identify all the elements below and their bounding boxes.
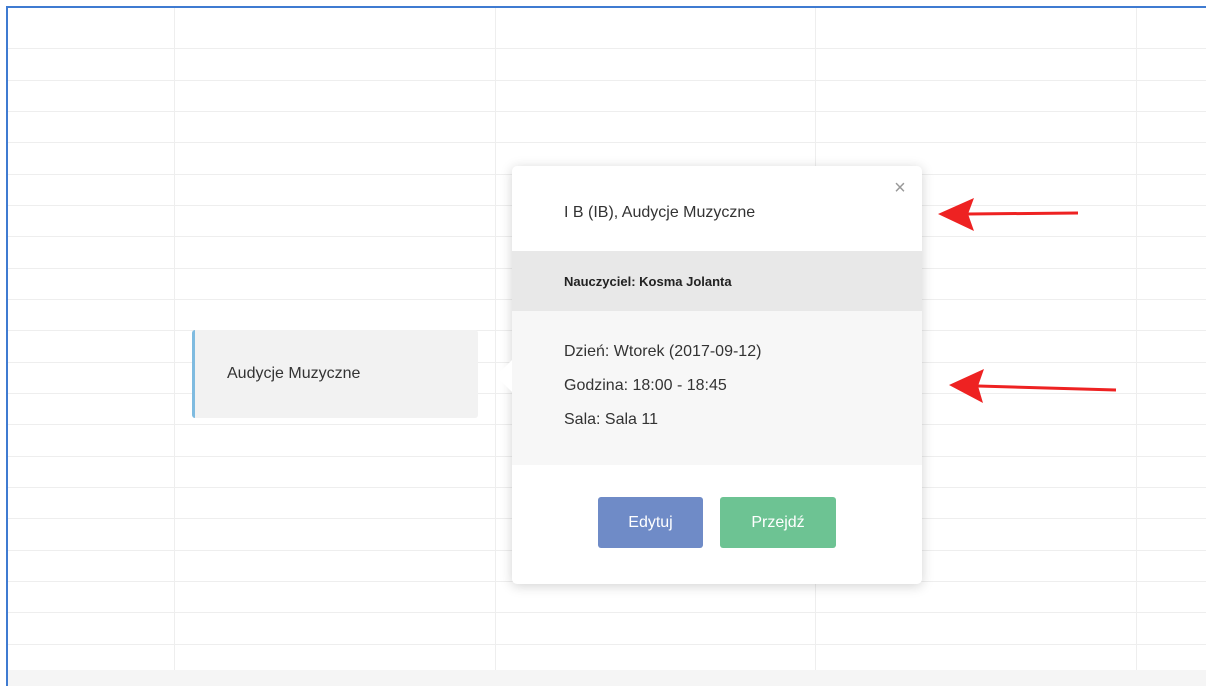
annotation-arrow-details (949, 369, 1117, 403)
annotation-arrow-title (938, 198, 1079, 231)
annotation-arrows (938, 198, 1117, 403)
